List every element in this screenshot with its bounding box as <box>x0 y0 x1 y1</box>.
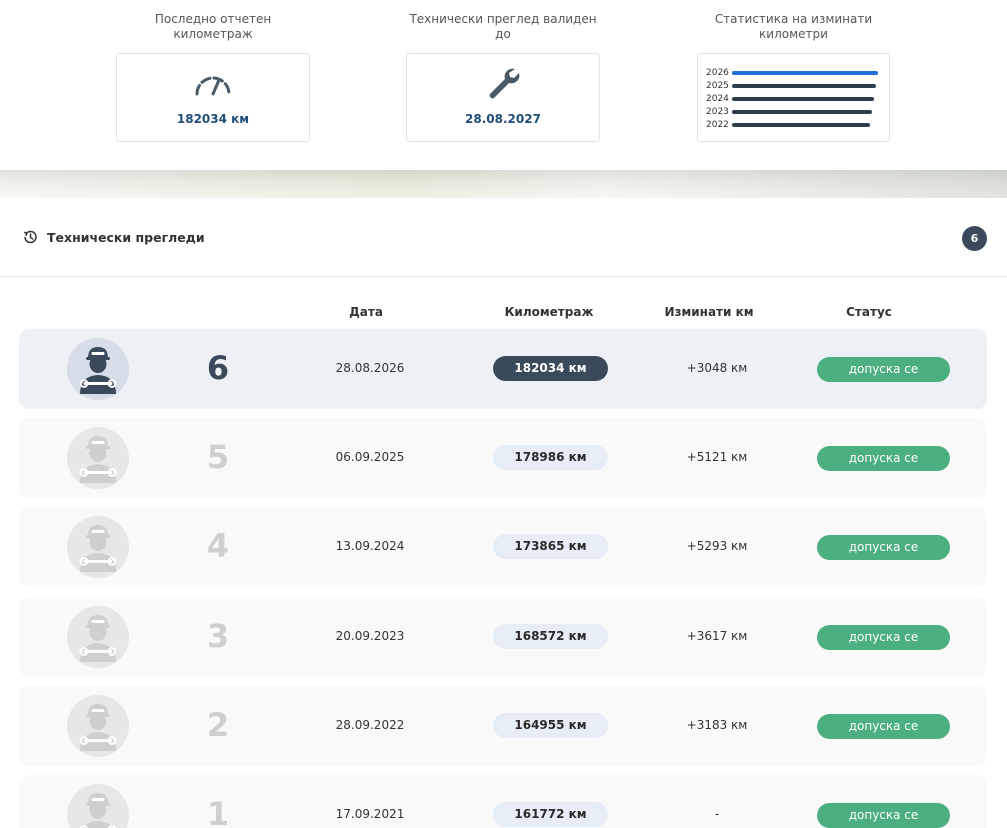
row-status-badge: допуска се <box>817 446 950 472</box>
wrench-icon <box>489 68 520 99</box>
mini-chart-year-label: 2026 <box>706 67 729 78</box>
section-title: Технически прегледи <box>47 230 205 245</box>
mechanic-avatar-icon <box>67 427 129 490</box>
stat-mileage-card: 182034 км <box>116 53 310 142</box>
row-status-badge: допуска се <box>817 803 950 828</box>
row-distance: +5293 км <box>686 539 748 554</box>
row-distance: +3048 км <box>686 361 748 375</box>
row-date: 28.08.2026 <box>335 361 405 375</box>
table-header: Дата Километраж Изминати км Статус <box>0 305 1007 321</box>
mini-chart-year-label: 2023 <box>706 106 729 117</box>
table-row[interactable]: 3 20.09.2023 168572 км +3617 км допуска … <box>19 596 987 677</box>
stats-panel: Последно отчетен километраж 182034 км Те… <box>0 0 1007 170</box>
table-row[interactable]: 6 28.08.2026 182034 км +3048 км допуска … <box>19 329 987 409</box>
row-status-badge: допуска се <box>817 624 950 650</box>
mini-chart-row: 2026 <box>706 66 878 79</box>
stat-inspection-title: Технически преглед валиден до <box>409 12 597 41</box>
stat-statistics-card: 2026 2025 2024 2023 2022 <box>697 53 890 142</box>
mechanic-avatar-icon <box>67 694 129 757</box>
table-row[interactable]: 2 28.09.2022 164955 км +3183 км допуска … <box>19 685 987 766</box>
row-number: 5 <box>206 438 230 477</box>
mini-chart-bar <box>732 109 872 114</box>
row-status-badge: допуска се <box>817 357 950 382</box>
mechanic-avatar-icon <box>67 516 129 579</box>
row-number: 3 <box>206 616 230 655</box>
header-status: Статус <box>846 305 892 319</box>
table-row[interactable]: 5 06.09.2025 178986 км +5121 км допуска … <box>19 418 987 499</box>
mini-chart-bar <box>732 122 870 127</box>
row-status-badge: допуска се <box>817 535 950 561</box>
row-date: 13.09.2024 <box>335 539 405 554</box>
row-date: 17.09.2021 <box>335 807 405 821</box>
section-header: Технически прегледи <box>0 198 1007 277</box>
row-mileage-badge: 168572 км <box>493 623 608 649</box>
table-row[interactable]: 4 13.09.2024 173865 км +5293 км допуска … <box>19 507 987 588</box>
row-mileage-badge: 173865 км <box>493 534 608 560</box>
row-distance: +3183 км <box>686 717 748 732</box>
mechanic-avatar-icon <box>67 784 129 828</box>
mini-chart-bar <box>732 96 874 101</box>
row-number: 1 <box>206 795 230 828</box>
header-mileage: Километраж <box>504 305 594 319</box>
row-mileage-badge: 178986 км <box>493 445 608 471</box>
row-date: 28.09.2022 <box>335 717 405 732</box>
header-date: Дата <box>349 305 383 319</box>
mini-chart-row: 2024 <box>706 92 878 105</box>
row-number: 2 <box>206 705 230 744</box>
row-distance: +3617 км <box>686 628 748 643</box>
stat-inspection-card: 28.08.2027 <box>406 53 600 142</box>
row-mileage-badge: 182034 км <box>493 356 608 381</box>
speedometer-icon <box>195 76 231 96</box>
row-mileage-badge: 164955 км <box>493 712 608 738</box>
hero-strip <box>0 170 1007 198</box>
history-icon <box>23 230 37 244</box>
row-date: 06.09.2025 <box>335 450 405 465</box>
stat-inspection: Технически преглед валиден до 28.08.2027 <box>406 0 600 142</box>
header-diff: Изминати км <box>664 305 754 319</box>
stat-mileage-title: Последно отчетен километраж <box>154 12 272 41</box>
stat-inspection-value: 28.08.2027 <box>465 112 541 126</box>
count-badge: 6 <box>962 226 987 251</box>
mini-bar-chart: 2026 2025 2024 2023 2022 <box>706 66 878 131</box>
mechanic-avatar-icon <box>67 605 129 668</box>
mini-chart-bar <box>732 83 876 88</box>
row-number: 4 <box>206 527 230 566</box>
mini-chart-row: 2022 <box>706 118 878 131</box>
stat-mileage-value: 182034 км <box>176 112 250 126</box>
row-distance: - <box>714 807 720 821</box>
mini-chart-year-label: 2025 <box>706 80 729 91</box>
mini-chart-year-label: 2022 <box>706 119 729 130</box>
row-mileage-badge: 161772 км <box>493 802 608 827</box>
mini-chart-bar <box>732 70 878 75</box>
row-status-badge: допуска се <box>817 713 950 739</box>
stat-statistics-title: Статистика на изминати километри <box>714 12 873 41</box>
row-date: 20.09.2023 <box>335 628 405 643</box>
stat-mileage: Последно отчетен километраж 182034 км <box>116 0 310 142</box>
mini-chart-row: 2025 <box>706 79 878 92</box>
mini-chart-year-label: 2024 <box>706 93 729 104</box>
row-distance: +5121 км <box>686 450 748 465</box>
mechanic-avatar-icon <box>67 338 129 400</box>
mini-chart-row: 2023 <box>706 105 878 118</box>
table-row[interactable]: 1 17.09.2021 161772 км - допуска се <box>19 775 987 828</box>
row-number: 6 <box>206 349 230 387</box>
stat-statistics: Статистика на изминати километри 2026 202… <box>697 0 890 142</box>
